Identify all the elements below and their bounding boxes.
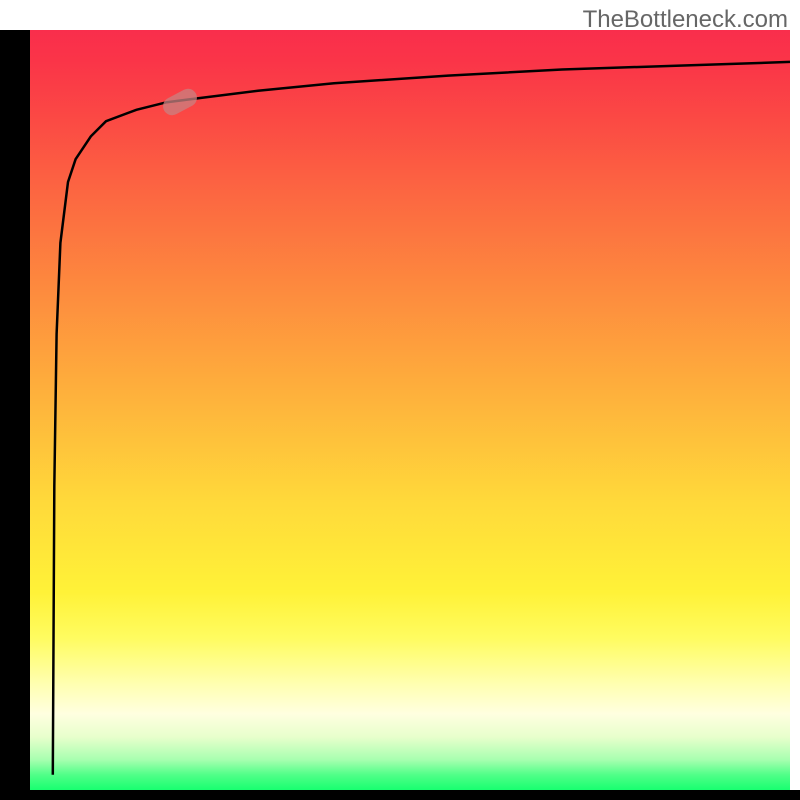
chart-container: TheBottleneck.com	[0, 0, 800, 800]
y-axis	[0, 30, 30, 790]
bottleneck-curve-path	[53, 62, 790, 775]
plot-area	[30, 30, 790, 790]
curve-layer	[30, 30, 790, 790]
watermark-text: TheBottleneck.com	[583, 6, 788, 34]
x-axis	[0, 790, 800, 800]
